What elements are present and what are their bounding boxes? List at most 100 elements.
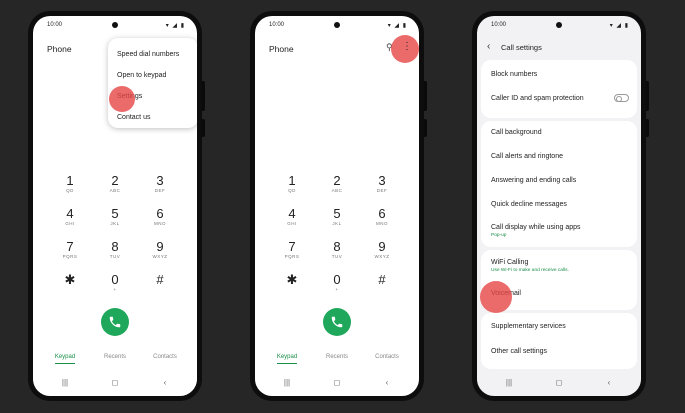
key-hash[interactable]: # xyxy=(137,273,183,293)
recents-nav-icon[interactable]: ||| xyxy=(272,378,302,387)
phone-mockup-1: 10:00 ▾ ◢ ▮ Phone Speed dial numbers Ope… xyxy=(28,11,205,401)
key-hash[interactable]: # xyxy=(359,273,405,293)
back-nav-icon[interactable]: ‹ xyxy=(372,378,402,387)
settings-item-caller-id[interactable]: Caller ID and spam protection xyxy=(491,94,629,102)
home-nav-icon[interactable]: ◻ xyxy=(544,378,574,387)
tab-contacts[interactable]: Contacts xyxy=(362,354,412,360)
caller-id-toggle[interactable] xyxy=(614,94,629,102)
settings-header: ‹ Call settings xyxy=(477,38,641,58)
status-time: 10:00 xyxy=(491,22,507,28)
tap-highlight xyxy=(480,281,512,313)
volume-button xyxy=(424,81,427,111)
settings-item-label: Call display while using apps xyxy=(491,224,581,231)
key-3[interactable]: 3 DEF xyxy=(359,174,405,194)
key-0[interactable]: 0 + xyxy=(314,273,360,293)
menu-item-open-keypad[interactable]: Open to keypad xyxy=(108,65,197,86)
call-settings-screen: 10:00 ▾ ◢ ▮ ‹ Call settings Block number… xyxy=(477,16,641,396)
tab-recents[interactable]: Recents xyxy=(90,354,140,360)
key-7[interactable]: 7 PQRS xyxy=(47,240,93,260)
settings-item-call-display[interactable]: Call display while using apps Pop-up xyxy=(491,224,629,238)
status-icons: ▾ ◢ ▮ xyxy=(165,23,185,29)
key-1[interactable]: 1 QD xyxy=(47,174,93,194)
volume-button xyxy=(646,81,649,111)
volume-button xyxy=(202,81,205,111)
overflow-menu: Speed dial numbers Open to keypad Settin… xyxy=(108,38,197,128)
settings-item-call-alerts[interactable]: Call alerts and ringtone xyxy=(491,153,629,160)
more-options-icon[interactable]: ⋮ xyxy=(402,41,412,52)
key-6[interactable]: 6 MNO xyxy=(359,207,405,227)
front-camera xyxy=(556,22,562,28)
power-button xyxy=(424,119,427,137)
settings-group-other: Supplementary services Other call settin… xyxy=(481,313,637,369)
settings-item-wifi-calling[interactable]: WiFi Calling Use Wi-Fi to make and recei… xyxy=(491,259,629,273)
key-4[interactable]: 4 GHI xyxy=(47,207,93,227)
front-camera xyxy=(112,22,118,28)
status-icons: ▾ ◢ ▮ xyxy=(609,23,629,29)
key-8[interactable]: 8 TUV xyxy=(92,240,138,260)
status-bar: 10:00 ▾ ◢ ▮ xyxy=(255,22,419,32)
home-nav-icon[interactable]: ◻ xyxy=(322,378,352,387)
key-2[interactable]: 2 ABC xyxy=(92,174,138,194)
key-3[interactable]: 3 DEF xyxy=(137,174,183,194)
page-title: Call settings xyxy=(501,43,542,52)
menu-item-speed-dial[interactable]: Speed dial numbers xyxy=(108,44,197,65)
key-8[interactable]: 8 TUV xyxy=(314,240,360,260)
key-2[interactable]: 2 ABC xyxy=(314,174,360,194)
settings-item-label: Caller ID and spam protection xyxy=(491,95,584,102)
bottom-tabs: Keypad Recents Contacts xyxy=(33,352,197,366)
tap-highlight xyxy=(109,86,135,112)
settings-item-sublabel: Pop-up xyxy=(491,233,507,238)
page-title: Phone xyxy=(47,44,72,54)
key-0[interactable]: 0 + xyxy=(92,273,138,293)
key-9[interactable]: 9 WXYZ xyxy=(137,240,183,260)
phone-icon xyxy=(109,316,121,328)
recents-nav-icon[interactable]: ||| xyxy=(50,378,80,387)
bottom-tabs: Keypad Recents Contacts xyxy=(255,352,419,366)
front-camera xyxy=(334,22,340,28)
settings-group-blocking: Block numbers Caller ID and spam protect… xyxy=(481,60,637,118)
settings-item-call-background[interactable]: Call background xyxy=(491,129,629,136)
back-nav-icon[interactable]: ‹ xyxy=(594,378,624,387)
key-6[interactable]: 6 MNO xyxy=(137,207,183,227)
status-time: 10:00 xyxy=(47,22,63,28)
key-4[interactable]: 4 GHI xyxy=(269,207,315,227)
tab-keypad[interactable]: Keypad xyxy=(40,354,90,364)
tab-keypad[interactable]: Keypad xyxy=(262,354,312,364)
home-nav-icon[interactable]: ◻ xyxy=(100,378,130,387)
navigation-bar: ||| ◻ ‹ xyxy=(477,378,641,390)
tab-recents[interactable]: Recents xyxy=(312,354,362,360)
power-button xyxy=(646,119,649,137)
key-1[interactable]: 1 QD xyxy=(269,174,315,194)
status-time: 10:00 xyxy=(269,22,285,28)
phone-icon xyxy=(331,316,343,328)
settings-item-other[interactable]: Other call settings xyxy=(491,348,629,355)
settings-item-quick-decline[interactable]: Quick decline messages xyxy=(491,201,629,208)
back-arrow-icon[interactable]: ‹ xyxy=(487,41,490,52)
settings-item-answering[interactable]: Answering and ending calls xyxy=(491,177,629,184)
page-title: Phone xyxy=(269,44,294,54)
recents-nav-icon[interactable]: ||| xyxy=(494,378,524,387)
call-button[interactable] xyxy=(101,308,129,336)
back-nav-icon[interactable]: ‹ xyxy=(150,378,180,387)
key-star[interactable]: ✱ xyxy=(269,273,315,293)
phone-mockup-3: 10:00 ▾ ◢ ▮ ‹ Call settings Block number… xyxy=(472,11,649,401)
phone-mockup-2: 10:00 ▾ ◢ ▮ Phone ⚲ ⋮ 1 QD 2 ABC 3 DEF 4 GHI… xyxy=(250,11,427,401)
navigation-bar: ||| ◻ ‹ xyxy=(33,378,197,390)
status-bar: 10:00 ▾ ◢ ▮ xyxy=(33,22,197,32)
settings-item-label: WiFi Calling xyxy=(491,259,529,266)
navigation-bar: ||| ◻ ‹ xyxy=(255,378,419,390)
power-button xyxy=(202,119,205,137)
key-7[interactable]: 7 PQRS xyxy=(269,240,315,260)
key-5[interactable]: 5 JKL xyxy=(92,207,138,227)
status-bar: 10:00 ▾ ◢ ▮ xyxy=(477,22,641,32)
settings-item-supplementary[interactable]: Supplementary services xyxy=(491,323,629,330)
settings-item-block-numbers[interactable]: Block numbers xyxy=(491,71,629,78)
key-star[interactable]: ✱ xyxy=(47,273,93,293)
key-9[interactable]: 9 WXYZ xyxy=(359,240,405,260)
key-5[interactable]: 5 JKL xyxy=(314,207,360,227)
phone-app-screen: 10:00 ▾ ◢ ▮ Phone Speed dial numbers Ope… xyxy=(33,16,197,396)
call-button[interactable] xyxy=(323,308,351,336)
settings-item-sublabel: Use Wi-Fi to make and receive calls. xyxy=(491,268,569,273)
tab-contacts[interactable]: Contacts xyxy=(140,354,190,360)
phone-app-screen: 10:00 ▾ ◢ ▮ Phone ⚲ ⋮ 1 QD 2 ABC 3 DEF 4 GHI… xyxy=(255,16,419,396)
